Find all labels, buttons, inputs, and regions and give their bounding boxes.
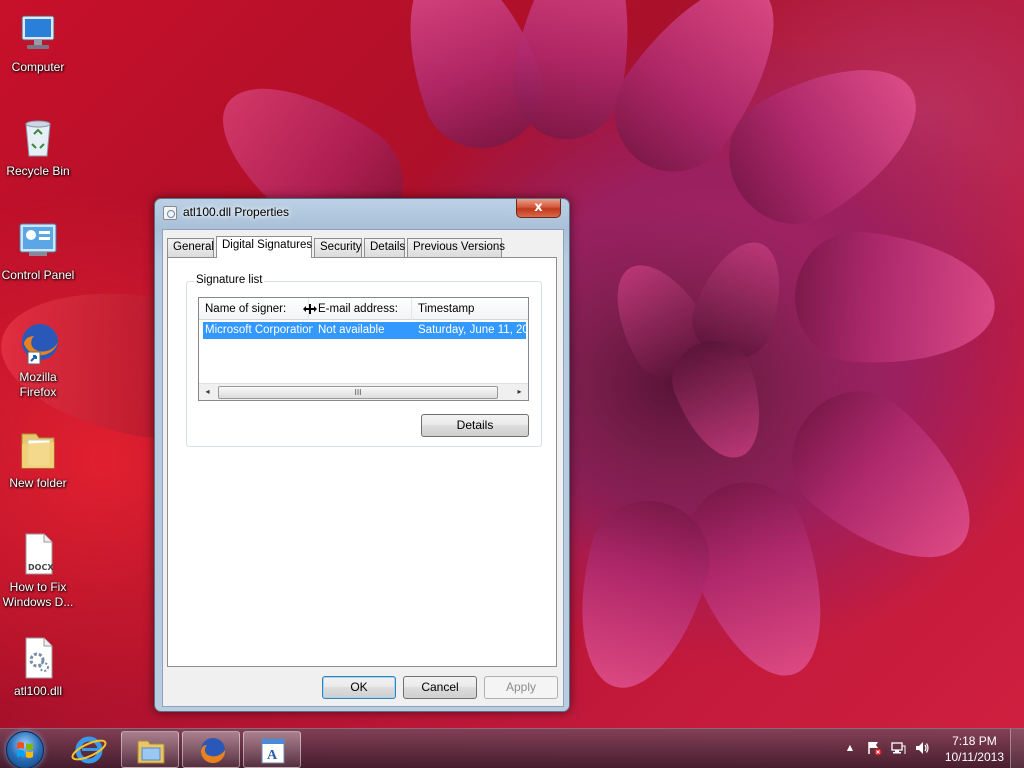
volume-icon[interactable]	[914, 740, 930, 756]
desktop-icon-docx[interactable]: DOCX How to Fix Windows D...	[0, 530, 76, 610]
cell-signer: Microsoft Corporation	[205, 324, 313, 336]
desktop-icon-label: Computer	[11, 60, 65, 74]
tab-label: Digital Signatures	[222, 239, 313, 251]
desktop-icon-label: Recycle Bin	[6, 164, 70, 178]
desktop-icon-label: Mozilla Firefox	[19, 370, 57, 399]
folder-icon	[14, 426, 62, 474]
close-button[interactable]: x	[516, 199, 561, 218]
network-icon[interactable]	[890, 740, 906, 756]
ok-button[interactable]: OK	[322, 676, 396, 699]
scroll-thumb[interactable]: III	[218, 386, 498, 399]
desktop-icon-label: New folder	[9, 476, 67, 490]
system-clock[interactable]: 7:18 PM 10/11/2013	[945, 733, 1004, 765]
tab-label: Security	[320, 241, 362, 253]
cancel-button[interactable]: Cancel	[403, 676, 477, 699]
show-desktop-button[interactable]	[1010, 729, 1024, 768]
tab-label: Previous Versions	[413, 241, 506, 253]
firefox-icon	[14, 320, 62, 368]
wordpad-icon: A	[261, 738, 285, 764]
scroll-left-icon[interactable]: ◂	[199, 384, 216, 400]
column-header-timestamp[interactable]: Timestamp	[412, 298, 528, 320]
apply-button[interactable]: Apply	[484, 676, 558, 699]
group-label: Signature list	[194, 274, 265, 286]
start-button[interactable]	[6, 731, 44, 768]
close-icon: x	[534, 200, 543, 215]
tab-label: Details	[370, 241, 406, 253]
clock-date: 10/11/2013	[944, 750, 1004, 764]
tab-previous-versions[interactable]: Previous Versions	[407, 238, 506, 257]
firefox-icon	[201, 738, 226, 764]
taskbar-internet-explorer[interactable]	[60, 731, 118, 768]
list-header: Name of signer: E-mail address: Timestam…	[199, 298, 528, 320]
desktop-icon-dll-file[interactable]: atl100.dll	[0, 634, 76, 699]
dialog-body: General Digital Signatures Security Deta…	[162, 229, 564, 707]
desktop-icon-computer[interactable]: Computer	[0, 10, 76, 75]
window-title: atl100.dll Properties	[183, 205, 290, 219]
taskbar-firefox[interactable]	[182, 731, 240, 768]
title-bar[interactable]: atl100.dll Properties x	[155, 199, 569, 227]
desktop-icon-label: atl100.dll	[13, 684, 63, 698]
docx-badge: DOCX	[28, 563, 54, 572]
desktop-icon-firefox[interactable]: Mozilla Firefox	[0, 320, 76, 400]
scroll-right-icon[interactable]: ▸	[511, 384, 528, 400]
desktop-icon-label: Control Panel	[1, 268, 75, 282]
tab-security[interactable]: Security	[314, 238, 362, 257]
signature-list-group: Signature list Name of signer: E-mail ad…	[186, 274, 542, 447]
column-header-signer[interactable]: Name of signer:	[199, 298, 309, 320]
details-button[interactable]: Details	[421, 414, 529, 437]
action-center-icon[interactable]	[866, 740, 882, 756]
internet-explorer-icon	[71, 736, 107, 764]
cell-email: Not available	[318, 324, 385, 336]
tab-general[interactable]: General	[167, 238, 214, 257]
column-resize-cursor-icon	[303, 304, 317, 314]
cell-timestamp: Saturday, June 11, 20	[418, 324, 526, 336]
signature-list[interactable]: Name of signer: E-mail address: Timestam…	[198, 297, 529, 401]
taskbar: A ▲ 7:18 PM 10/11/2013	[0, 728, 1024, 768]
windows-logo-icon	[17, 742, 33, 758]
taskbar-wordpad[interactable]: A	[243, 731, 301, 768]
recycle-bin-icon	[14, 114, 62, 162]
desktop-icon-recycle-bin[interactable]: Recycle Bin	[0, 114, 76, 179]
horizontal-scrollbar[interactable]: ◂ III ▸	[199, 383, 528, 400]
tab-details[interactable]: Details	[364, 238, 405, 257]
show-hidden-icons-button[interactable]: ▲	[842, 740, 858, 756]
desktop-icon-new-folder[interactable]: New folder	[0, 426, 76, 491]
taskbar-file-explorer[interactable]	[121, 731, 179, 768]
table-row[interactable]: Microsoft Corporation Not available Satu…	[203, 322, 526, 339]
tab-label: General	[173, 241, 214, 253]
tab-digital-signatures[interactable]: Digital Signatures	[216, 236, 312, 258]
control-panel-icon	[14, 218, 62, 266]
file-explorer-icon	[137, 740, 165, 764]
properties-dialog: atl100.dll Properties x General Digital …	[154, 198, 570, 712]
tab-panel: Signature list Name of signer: E-mail ad…	[167, 257, 557, 667]
clock-time: 7:18 PM	[952, 734, 997, 748]
desktop-icon-control-panel[interactable]: Control Panel	[0, 218, 76, 283]
desktop-icon-label: How to Fix Windows D...	[2, 580, 74, 609]
dll-file-icon	[163, 206, 177, 220]
computer-icon	[14, 10, 62, 58]
svg-text:A: A	[267, 748, 278, 763]
dll-file-icon	[14, 634, 62, 682]
docx-file-icon: DOCX	[14, 530, 62, 578]
column-header-email[interactable]: E-mail address:	[312, 298, 412, 320]
